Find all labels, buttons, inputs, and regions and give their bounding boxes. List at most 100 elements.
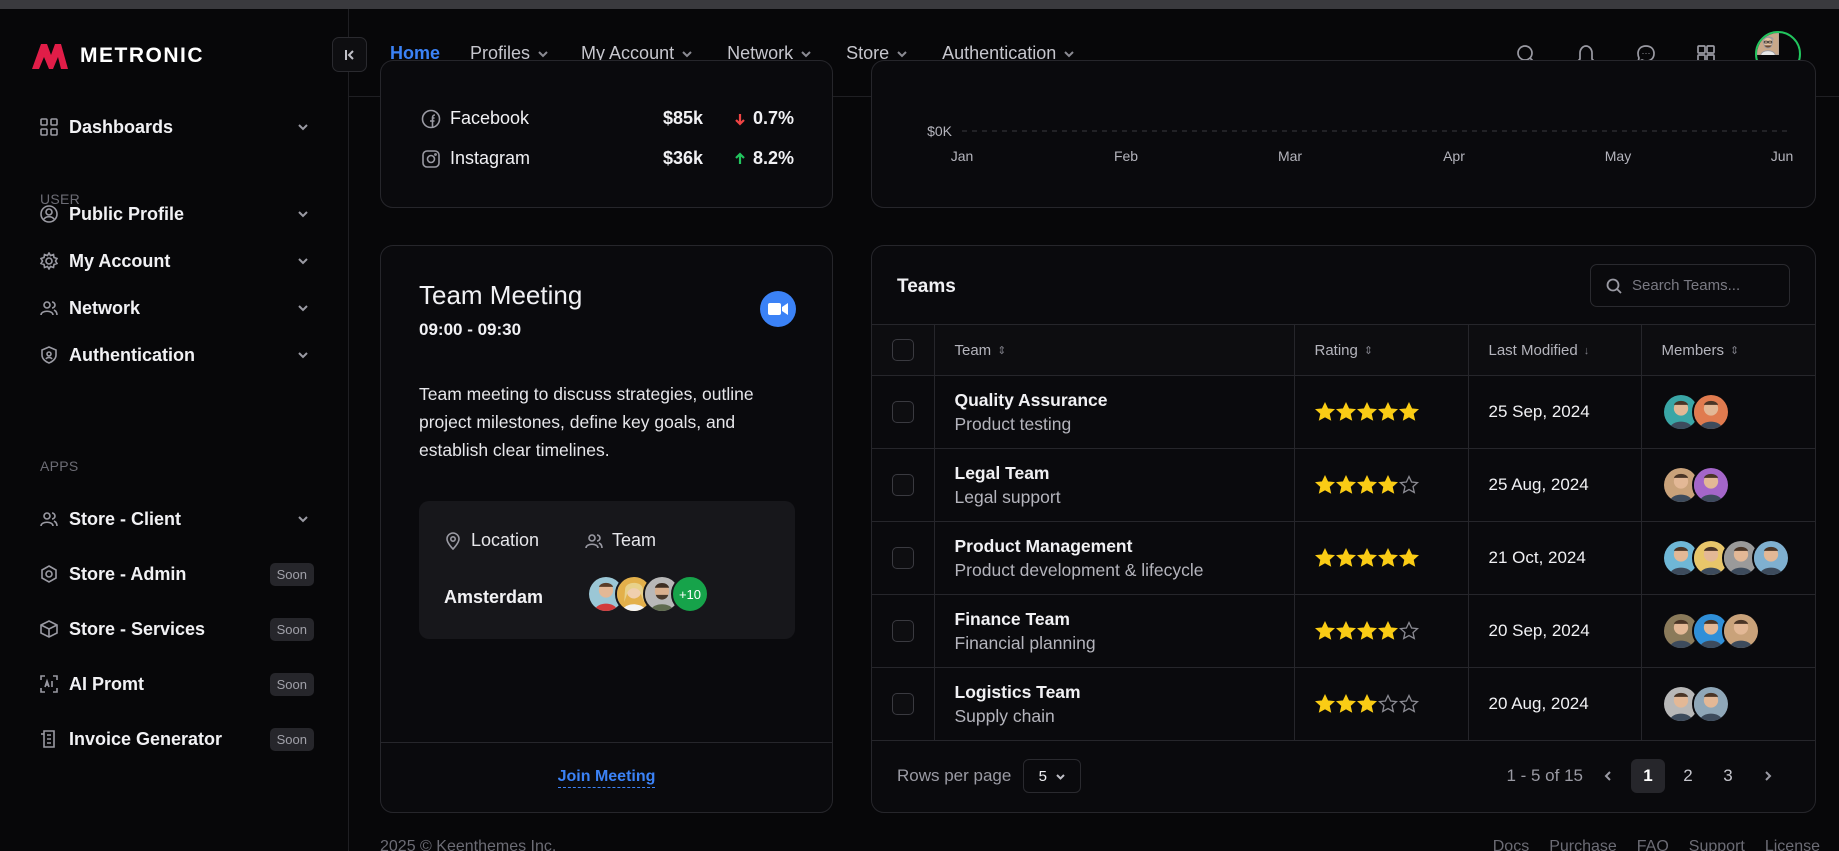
meeting-team-avatars[interactable]: +10: [587, 575, 709, 613]
arrow-down-icon: [735, 113, 745, 126]
footer-link-faq[interactable]: FAQ: [1637, 838, 1669, 851]
chevron-down-icon: [801, 50, 811, 57]
chevron-right-icon: [1765, 771, 1772, 781]
prev-page-button[interactable]: [1591, 759, 1625, 793]
meeting-description: Team meeting to discuss strategies, outl…: [419, 384, 754, 460]
more-members-badge: +10: [671, 575, 709, 613]
star-filled-icon: [1335, 548, 1356, 567]
channel-change: 8.2%: [733, 148, 794, 169]
chart-x-tick-label: Jan: [951, 148, 974, 164]
team-cell: Finance Team Financial planning: [934, 594, 1295, 668]
sidebar-item-public-profile[interactable]: Public Profile: [40, 199, 310, 229]
row-checkbox[interactable]: [892, 401, 914, 423]
star-empty-icon: [1398, 621, 1419, 640]
rating-stars: [1314, 548, 1468, 568]
footer-link-docs[interactable]: Docs: [1493, 838, 1529, 851]
page-2-button[interactable]: 2: [1671, 759, 1705, 793]
collapse-left-icon: [344, 49, 354, 60]
sidebar-item-label: My Account: [69, 250, 171, 271]
users-icon: [40, 301, 58, 316]
column-last-modified[interactable]: Last Modified ↓: [1468, 324, 1642, 376]
avatar: [1691, 685, 1730, 723]
brand-name: METRONIC: [80, 44, 204, 67]
rating-stars: [1314, 402, 1468, 422]
sidebar-item-store-services[interactable]: Store - Services Soon: [40, 614, 314, 644]
earnings-chart-card: $0K Jan Feb Mar Apr May Jun: [871, 60, 1816, 208]
sort-icon: ⇕: [1363, 345, 1374, 358]
join-meeting-link[interactable]: Join Meeting: [557, 768, 656, 788]
member-avatars[interactable]: [1661, 539, 1816, 577]
select-all-checkbox[interactable]: [892, 339, 914, 361]
star-filled-icon: [1335, 402, 1356, 421]
column-rating[interactable]: Rating ⇕: [1294, 324, 1469, 376]
chevron-down-icon: [1064, 50, 1074, 57]
table-row[interactable]: Logistics Team Supply chain 20 Aug, 2024: [872, 667, 1816, 741]
teams-search[interactable]: [1590, 264, 1790, 307]
page-3-button[interactable]: 3: [1711, 759, 1745, 793]
select-all-cell: [872, 324, 935, 376]
sidebar-item-store-admin[interactable]: Store - Admin Soon: [40, 559, 314, 589]
sidebar-item-label: Store - Admin: [69, 563, 187, 584]
video-call-button[interactable]: [760, 291, 796, 327]
row-checkbox[interactable]: [892, 620, 914, 642]
meeting-footer: Join Meeting: [381, 742, 832, 812]
table-row[interactable]: Finance Team Financial planning 20 Sep, 2…: [872, 594, 1816, 668]
team-name: Logistics Team: [954, 681, 1081, 702]
select-cell: [872, 594, 935, 668]
member-avatars[interactable]: [1661, 612, 1816, 650]
star-filled-icon: [1377, 548, 1398, 567]
column-members[interactable]: Members ⇕: [1641, 324, 1815, 376]
page-1-button[interactable]: 1: [1631, 759, 1665, 793]
chevron-down-icon: [298, 305, 308, 312]
sidebar-item-invoice-generator[interactable]: Invoice Generator Soon: [40, 724, 314, 754]
table-row[interactable]: Quality Assurance Product testing 25 Sep,…: [872, 375, 1816, 449]
team-description: Legal support: [954, 486, 1061, 507]
member-avatars[interactable]: [1661, 685, 1816, 723]
chart-x-tick-label: Apr: [1443, 148, 1465, 164]
sidebar-item-dashboards[interactable]: Dashboards: [40, 112, 310, 142]
team-name: Quality Assurance: [954, 389, 1108, 410]
channel-name: Facebook: [450, 108, 530, 128]
users-icon: [40, 512, 58, 527]
instagram-icon: [422, 149, 440, 168]
sidebar-collapse-button[interactable]: [332, 37, 367, 72]
sidebar-item-authentication[interactable]: Authentication: [40, 340, 310, 370]
star-filled-icon: [1356, 475, 1377, 494]
row-checkbox[interactable]: [892, 474, 914, 496]
sidebar-item-store-client[interactable]: Store - Client: [40, 504, 310, 534]
column-team[interactable]: Team ⇕: [934, 324, 1295, 376]
page-buttons: 1 2 3: [1591, 759, 1785, 793]
page-footer: 2025 © Keenthemes Inc. Docs Purchase FAQ…: [380, 838, 1820, 851]
rating-cell: [1294, 594, 1469, 668]
star-filled-icon: [1314, 402, 1335, 421]
logo[interactable]: METRONIC: [30, 41, 204, 71]
table-row[interactable]: Legal Team Legal support 25 Aug, 2024: [872, 448, 1816, 522]
rows-per-page-select[interactable]: 5: [1023, 759, 1082, 793]
search-teams-input[interactable]: [1632, 277, 1782, 294]
sidebar-item-network[interactable]: Network: [40, 293, 310, 323]
row-checkbox[interactable]: [892, 547, 914, 569]
user-circle-icon: [40, 205, 58, 223]
rating-stars: [1314, 694, 1468, 714]
table-row[interactable]: Product Management Product development & …: [872, 521, 1816, 595]
team-cell: Legal Team Legal support: [934, 448, 1295, 522]
chart-x-tick-label: May: [1605, 148, 1631, 164]
footer-link-purchase[interactable]: Purchase: [1549, 838, 1617, 851]
sidebar-item-ai-promt[interactable]: AI Promt Soon: [40, 669, 314, 699]
next-page-button[interactable]: [1751, 759, 1785, 793]
page-info: 1 - 5 of 15: [1506, 766, 1583, 785]
row-checkbox[interactable]: [892, 693, 914, 715]
star-filled-icon: [1356, 621, 1377, 640]
footer-link-support[interactable]: Support: [1689, 838, 1745, 851]
team-label: Team: [585, 530, 656, 551]
hexagon-icon: [41, 565, 57, 583]
sidebar-item-label: AI Promt: [69, 673, 145, 694]
sidebar-item-my-account[interactable]: My Account: [40, 246, 310, 276]
member-avatars[interactable]: [1661, 393, 1816, 431]
channel-stats-card: Facebook $85k 0.7% Instagram $36k 8.2%: [380, 60, 833, 208]
star-filled-icon: [1398, 548, 1419, 567]
select-cell: [872, 521, 935, 595]
footer-link-license[interactable]: License: [1765, 838, 1820, 851]
column-label: Team: [954, 341, 992, 359]
member-avatars[interactable]: [1661, 466, 1816, 504]
